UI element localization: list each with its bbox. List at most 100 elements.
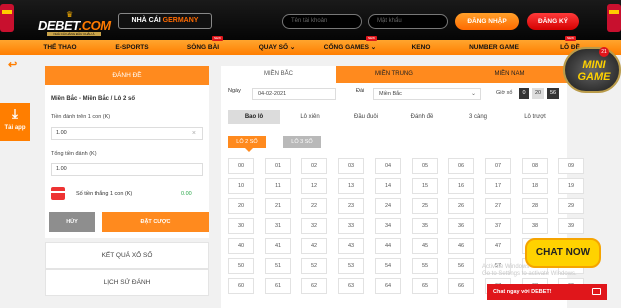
number-cell[interactable]: 21 (265, 198, 291, 214)
number-cell[interactable]: 42 (301, 238, 327, 254)
bet-type-bao-lo[interactable]: Bao lô (228, 110, 280, 124)
tab-mien-nam[interactable]: MIỀN NAM (452, 66, 567, 83)
number-cell[interactable]: 24 (375, 198, 401, 214)
number-cell[interactable]: 05 (412, 158, 438, 174)
number-cell[interactable]: 07 (485, 158, 511, 174)
sub-type-lo-3-so[interactable]: LÔ 3 SỐ (283, 136, 321, 148)
date-input[interactable]: 04-02-2021 (252, 88, 336, 100)
gift-left-icon[interactable] (0, 4, 14, 32)
number-cell[interactable]: 56 (448, 258, 474, 274)
number-cell[interactable]: 32 (301, 218, 327, 234)
nav-quay-so[interactable]: QUAY SỐ ⌄ (255, 40, 299, 55)
mini-game-button[interactable]: MINI GAME (563, 47, 621, 93)
number-cell[interactable]: 43 (338, 238, 364, 254)
number-cell[interactable]: 41 (265, 238, 291, 254)
number-cell[interactable]: 13 (338, 178, 364, 194)
number-cell[interactable]: 47 (485, 238, 511, 254)
number-cell[interactable]: 28 (522, 198, 548, 214)
number-cell[interactable]: 46 (448, 238, 474, 254)
number-cell[interactable]: 22 (301, 198, 327, 214)
number-cell[interactable]: 31 (265, 218, 291, 234)
number-cell[interactable]: 08 (522, 158, 548, 174)
tai-app-button[interactable]: ⤓ Tải app (0, 103, 30, 141)
number-cell[interactable]: 09 (558, 158, 584, 174)
number-cell[interactable]: 10 (228, 178, 254, 194)
number-cell[interactable]: 18 (522, 178, 548, 194)
number-cell[interactable]: 40 (228, 238, 254, 254)
number-cell[interactable]: 44 (375, 238, 401, 254)
logo[interactable]: ♛ DEBET.COM NHÀ CÁI HÀNG ĐẦU CHÂU Á (38, 10, 111, 36)
bet-history-link[interactable]: LỊCH SỬ ĐÁNH (45, 269, 209, 296)
region-select[interactable]: Miền Bắc ⌄ (373, 88, 481, 100)
number-cell[interactable]: 33 (338, 218, 364, 234)
cancel-button[interactable]: HỦY (49, 212, 95, 232)
number-cell[interactable]: 30 (228, 218, 254, 234)
chat-now-button[interactable]: CHAT NOW (525, 238, 601, 268)
number-cell[interactable]: 17 (485, 178, 511, 194)
number-cell[interactable]: 36 (448, 218, 474, 234)
number-cell[interactable]: 35 (412, 218, 438, 234)
number-cell[interactable]: 11 (265, 178, 291, 194)
nav-song-bai[interactable]: SÒNG BÀI (182, 40, 224, 55)
clear-icon[interactable]: × (192, 128, 196, 139)
number-cell[interactable]: 06 (448, 158, 474, 174)
chat-bar[interactable]: Chat ngay với DEBET! (487, 284, 607, 300)
number-cell[interactable]: 23 (338, 198, 364, 214)
place-bet-button[interactable]: ĐẶT CƯỢC (102, 212, 209, 232)
number-cell[interactable]: 00 (228, 158, 254, 174)
number-cell[interactable]: 62 (301, 278, 327, 294)
number-cell[interactable]: 03 (338, 158, 364, 174)
number-cell[interactable]: 15 (412, 178, 438, 194)
number-cell[interactable]: 64 (375, 278, 401, 294)
number-cell[interactable]: 34 (375, 218, 401, 234)
login-button[interactable]: ĐĂNG NHẬP (455, 13, 519, 30)
number-cell[interactable]: 02 (301, 158, 327, 174)
number-cell[interactable]: 16 (448, 178, 474, 194)
register-button[interactable]: ĐĂNG KÝ (527, 13, 579, 30)
number-cell[interactable]: 45 (412, 238, 438, 254)
number-cell[interactable]: 61 (265, 278, 291, 294)
number-cell[interactable]: 38 (522, 218, 548, 234)
number-cell[interactable]: 19 (558, 178, 584, 194)
number-cell[interactable]: 66 (448, 278, 474, 294)
number-cell[interactable]: 26 (448, 198, 474, 214)
nav-keno[interactable]: KENO (404, 40, 438, 55)
number-cell[interactable]: 12 (301, 178, 327, 194)
bet-type-dau-duoi[interactable]: Đầu đuôi (340, 110, 392, 124)
number-cell[interactable]: 50 (228, 258, 254, 274)
number-cell[interactable]: 04 (375, 158, 401, 174)
number-cell[interactable]: 53 (338, 258, 364, 274)
tab-mien-trung[interactable]: MIỀN TRUNG (336, 66, 452, 83)
number-cell[interactable]: 63 (338, 278, 364, 294)
number-cell[interactable]: 14 (375, 178, 401, 194)
number-cell[interactable]: 60 (228, 278, 254, 294)
number-cell[interactable]: 01 (265, 158, 291, 174)
stake-input[interactable]: 1.00 × (51, 127, 203, 140)
bet-type-danh-de[interactable]: Đánh đề (396, 110, 448, 124)
bet-type-lo-truot[interactable]: Lô trượt (508, 110, 562, 124)
number-cell[interactable]: 65 (412, 278, 438, 294)
password-input[interactable]: Mật khẩu (368, 14, 448, 29)
nav-the-thao[interactable]: THỂ THAO (40, 40, 80, 55)
number-cell[interactable]: 29 (558, 198, 584, 214)
number-cell[interactable]: 39 (558, 218, 584, 234)
bet-type-lo-xien[interactable]: Lô xiên (284, 110, 336, 124)
number-cell[interactable]: 52 (301, 258, 327, 274)
number-cell[interactable]: 25 (412, 198, 438, 214)
nav-esports[interactable]: E-SPORTS (110, 40, 154, 55)
bet-type-3-cang[interactable]: 3 càng (452, 110, 504, 124)
tab-mien-bac[interactable]: MIỀN BẮC (221, 66, 336, 83)
lottery-results-link[interactable]: KẾT QUẢ XỔ SỐ (45, 242, 209, 269)
gift-right-icon[interactable] (607, 4, 621, 32)
nav-number-game[interactable]: NUMBER GAME (462, 40, 526, 55)
sub-type-lo-2-so[interactable]: LÔ 2 SỐ (228, 136, 266, 148)
nav-cong-games[interactable]: CỔNG GAMES ⌄ (322, 40, 378, 55)
username-input[interactable]: Tên tài khoản (282, 14, 362, 29)
number-cell[interactable]: 51 (265, 258, 291, 274)
number-cell[interactable]: 54 (375, 258, 401, 274)
number-cell[interactable]: 37 (485, 218, 511, 234)
number-cell[interactable]: 55 (412, 258, 438, 274)
number-cell[interactable]: 27 (485, 198, 511, 214)
back-arrow-icon[interactable]: ↩ (0, 58, 30, 72)
number-cell[interactable]: 20 (228, 198, 254, 214)
